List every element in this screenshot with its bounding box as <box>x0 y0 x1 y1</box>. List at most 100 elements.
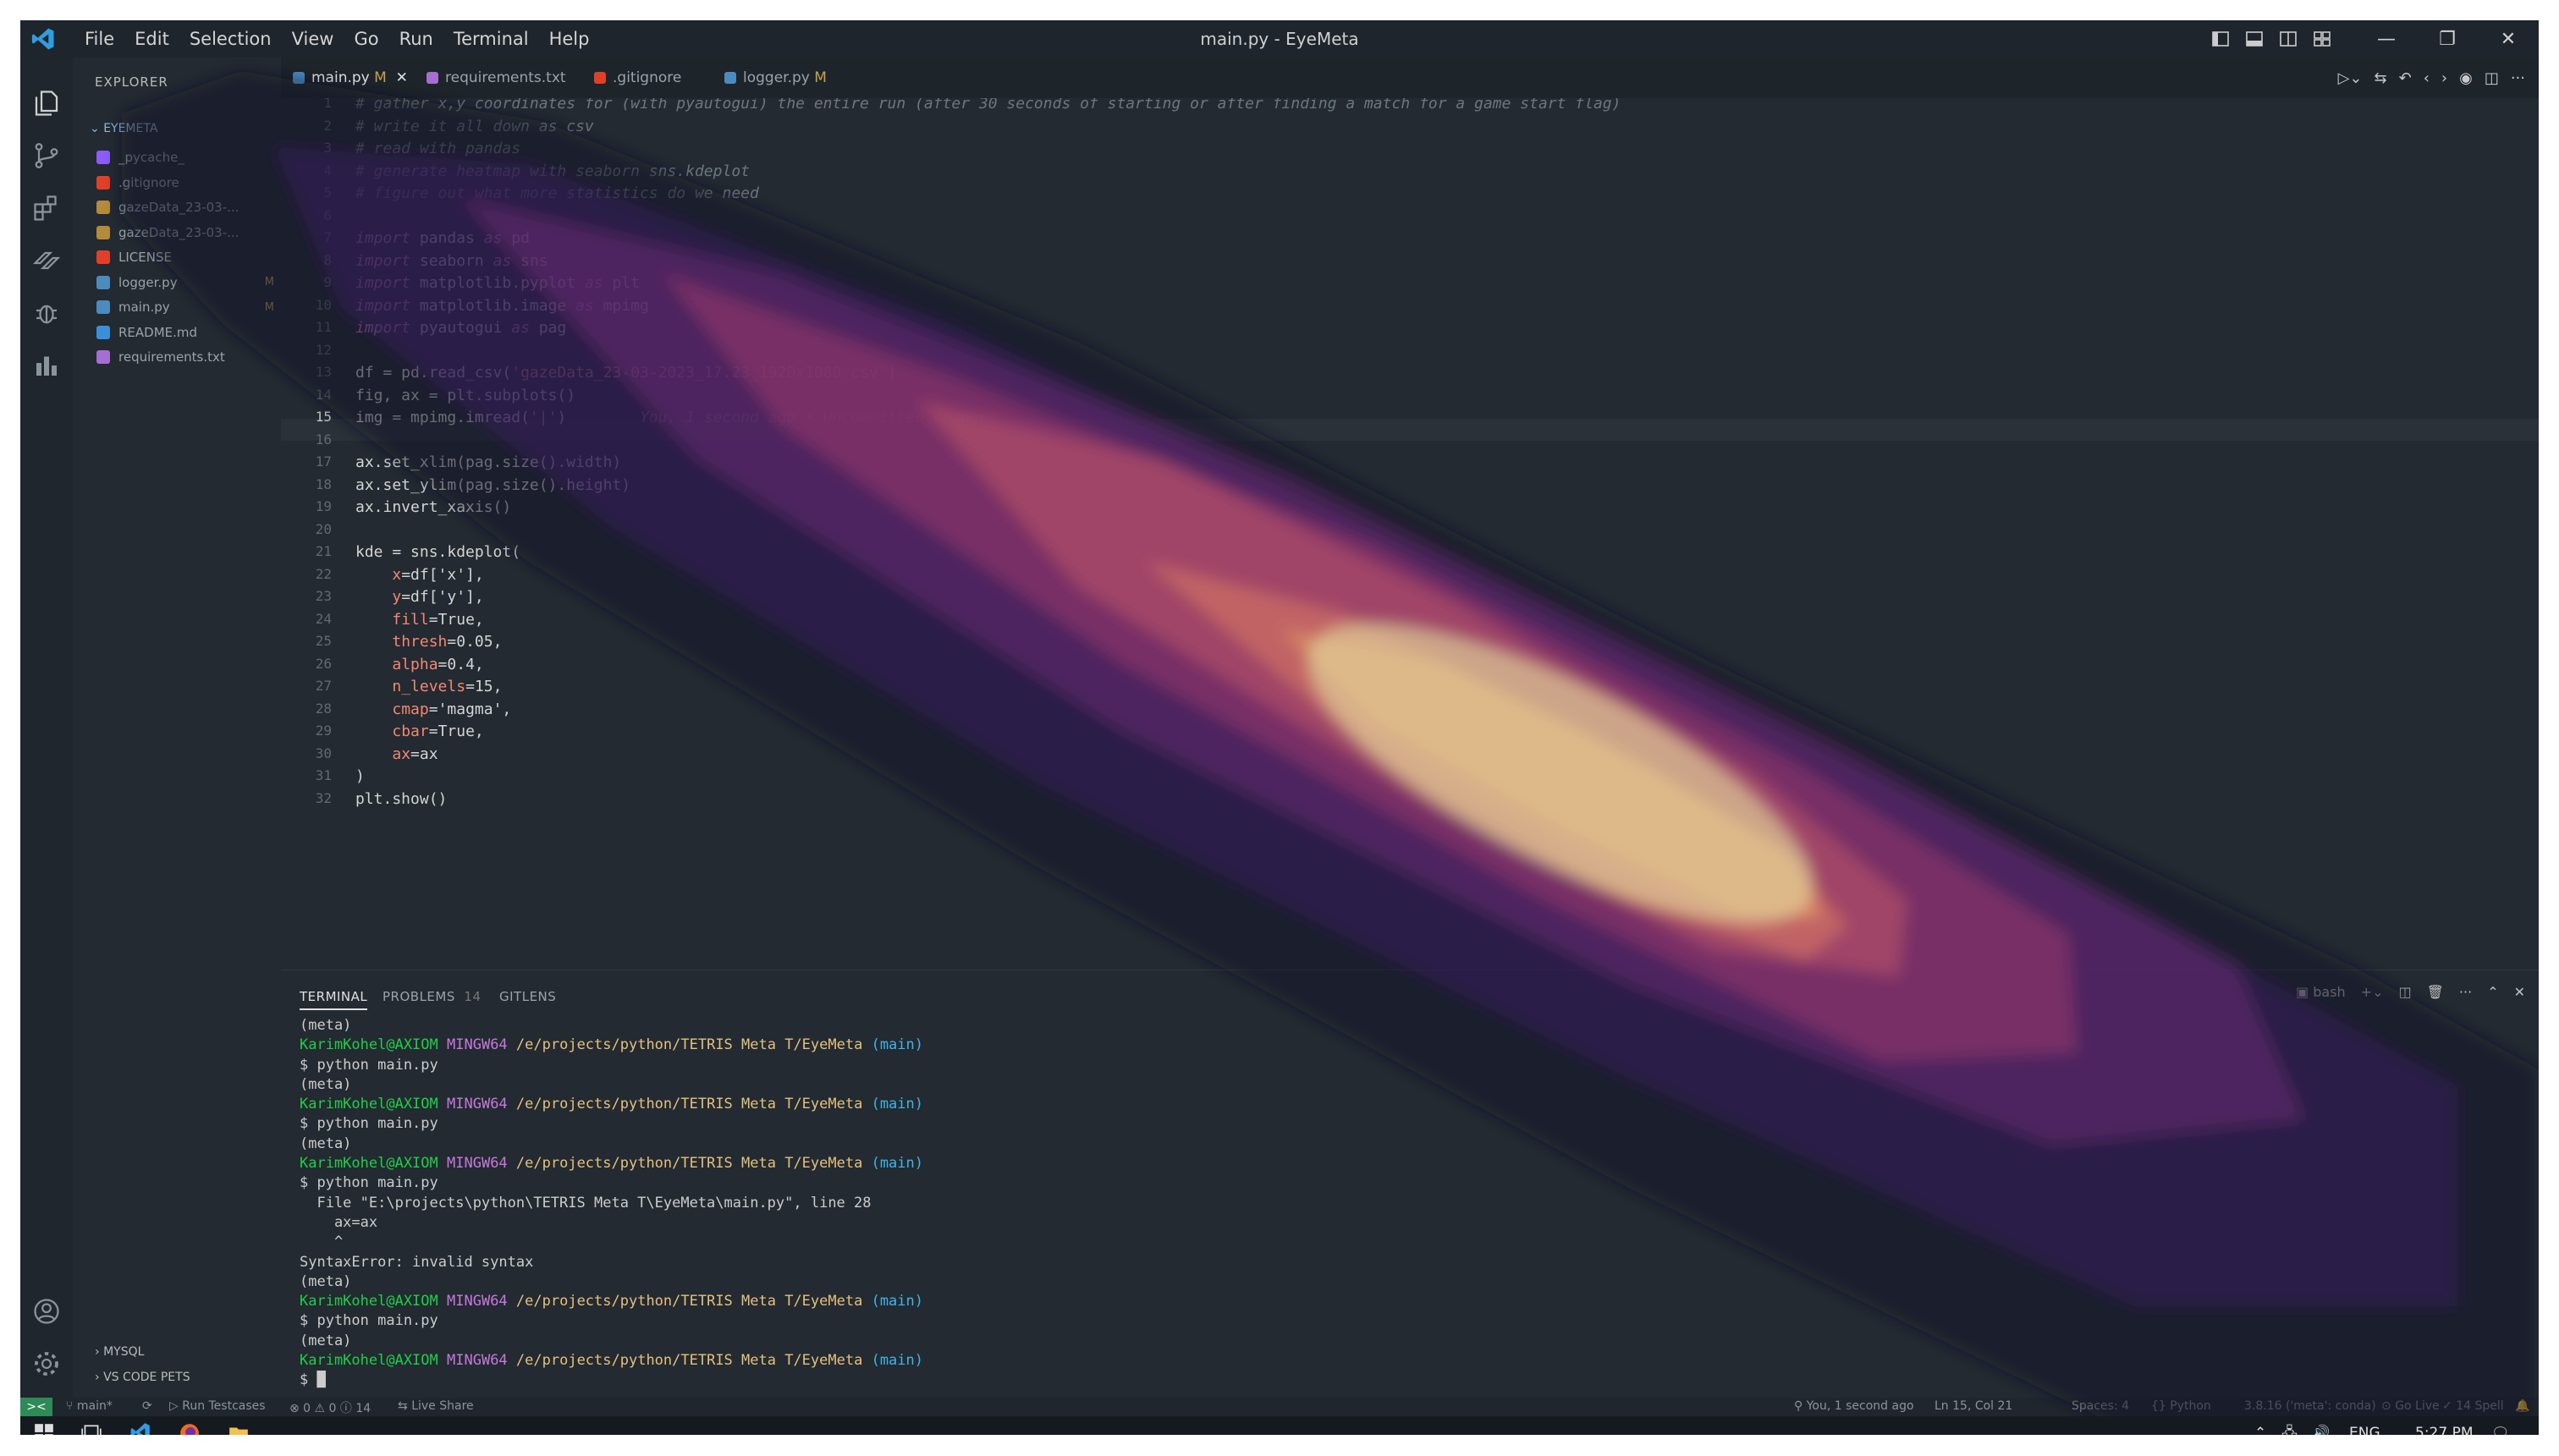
next-change-icon[interactable]: › <box>2441 69 2447 87</box>
new-terminal-icon[interactable]: +⌄ <box>2361 984 2384 1000</box>
file-item[interactable]: README.md <box>96 321 274 344</box>
action-center-icon[interactable]: 🗨 <box>2491 1416 2510 1435</box>
workspace-folder[interactable]: ⌄ EYEMETA <box>90 122 157 135</box>
volume-icon[interactable]: 🔊 <box>2312 1416 2330 1435</box>
menu-help[interactable]: Help <box>539 29 600 49</box>
file-item[interactable]: gazeData_23-03-... <box>96 195 274 219</box>
run-testcases[interactable]: ▷ Run Testcases <box>169 1399 266 1413</box>
toggle-secondary-sidebar-icon[interactable] <box>2271 20 2305 58</box>
split-editor-icon[interactable]: ◫ <box>2485 69 2499 87</box>
extensions-icon[interactable] <box>31 193 62 223</box>
settings-gear-icon[interactable] <box>31 1349 62 1379</box>
previous-change-icon[interactable]: ‹ <box>2424 69 2430 87</box>
source-control-icon[interactable] <box>31 140 62 171</box>
interpreter[interactable]: 3.8.16 ('meta': conda) <box>2244 1399 2376 1413</box>
code-editor[interactable]: 1 2 3 4 5 6 7 8 9 10 11 12 13 14 15 16 17 18 19 20 21 22 23 24 2… <box>281 95 2539 970</box>
maximize-panel-icon[interactable]: ⌃ <box>2487 984 2498 1000</box>
section-vscode-pets-label: VS CODE PETS <box>103 1371 190 1384</box>
tab-problems[interactable]: PROBLEMS 14 <box>382 989 482 1004</box>
restore-icon[interactable]: ❐ <box>2417 20 2478 58</box>
vscode-taskbar-icon[interactable] <box>118 1416 162 1435</box>
menu-edit[interactable]: Edit <box>124 29 179 49</box>
menu-selection[interactable]: Selection <box>179 29 282 49</box>
tab-gitignore[interactable]: .gitignore <box>594 58 681 98</box>
module-name: pyautogui <box>419 319 503 337</box>
account-icon[interactable] <box>31 1296 62 1327</box>
prompt-user: KarimKohel@AXIOM <box>300 1096 438 1113</box>
windows-start-icon[interactable] <box>22 1416 66 1435</box>
menu-view[interactable]: View <box>282 29 344 49</box>
section-vscode-pets[interactable]: › VS CODE PETS <box>95 1371 190 1384</box>
section-mysql[interactable]: › MYSQL <box>95 1345 144 1359</box>
file-item[interactable]: logger.py M <box>96 271 274 294</box>
line-number: 29 <box>315 723 332 739</box>
remote-explorer-icon[interactable] <box>31 245 62 276</box>
more-actions-icon[interactable]: ··· <box>2511 69 2525 87</box>
problems-status[interactable]: ⊗ 0 ⚠ 0 ⓘ 14 <box>289 1399 371 1416</box>
explorer-icon[interactable] <box>31 88 62 118</box>
file-item[interactable]: requirements.txt <box>96 345 274 369</box>
line-number: 9 <box>323 274 332 290</box>
notifications-icon[interactable]: 🔔 <box>2515 1399 2529 1413</box>
menu-file[interactable]: File <box>74 29 124 49</box>
file-item[interactable]: _pycache_ <box>96 146 274 169</box>
charts-icon[interactable] <box>31 350 62 381</box>
branch-status[interactable]: ⑂ main* <box>66 1399 113 1413</box>
tab-logger-py[interactable]: logger.py M <box>724 58 827 98</box>
run-debug-icon[interactable] <box>31 298 62 328</box>
line-number: 18 <box>315 475 332 492</box>
menu-run[interactable]: Run <box>389 29 443 49</box>
go-live-label: Go Live <box>2395 1399 2440 1413</box>
toggle-panel-icon[interactable] <box>2237 20 2271 58</box>
tab-main-py[interactable]: main.py M ✕ <box>293 58 408 98</box>
file-explorer-icon[interactable] <box>217 1416 261 1435</box>
cursor-position[interactable]: Ln 15, Col 21 <box>1934 1399 2012 1413</box>
code-comment: # write it all down as csv <box>355 117 594 135</box>
live-share-label: Live Share <box>411 1399 474 1413</box>
language-mode[interactable]: {} Python <box>2151 1399 2211 1413</box>
prompt-branch: (main) <box>871 1096 923 1113</box>
panel-more-icon[interactable]: ··· <box>2459 984 2472 1000</box>
menu-terminal[interactable]: Terminal <box>443 29 539 49</box>
close-panel-icon[interactable]: ✕ <box>2514 984 2525 1000</box>
indentation[interactable]: Spaces: 4 <box>2072 1399 2129 1413</box>
sync-icon[interactable]: ⟳ <box>142 1399 152 1413</box>
go-live[interactable]: ⊙ Go Live <box>2381 1399 2440 1413</box>
file-item[interactable]: gazeData_23-03-... <box>96 221 274 244</box>
terminal-text: (meta) <box>300 1135 352 1152</box>
open-changes-icon[interactable]: ⇆ <box>2375 69 2387 87</box>
file-type-icon <box>96 201 110 214</box>
terminal-output[interactable]: (meta) KarimKohel@AXIOM MINGW64 /e/projec… <box>300 1016 2517 1391</box>
firefox-icon[interactable] <box>168 1416 212 1435</box>
blame-status[interactable]: ⚲ You, 1 second ago <box>1794 1399 1914 1413</box>
kill-terminal-icon[interactable]: 🗑 <box>2427 984 2444 1000</box>
run-python-icon[interactable]: ▷⌄ <box>2338 69 2363 87</box>
remote-indicator[interactable]: >< <box>20 1398 52 1416</box>
gitlens-icon[interactable]: ◉ <box>2459 69 2473 87</box>
clock[interactable]: 5:27 PM <box>2415 1416 2474 1435</box>
task-view-icon[interactable] <box>69 1416 113 1435</box>
terminal-shell-select[interactable]: ▣ bash <box>2296 984 2346 1000</box>
menu-go[interactable]: Go <box>344 29 388 49</box>
tab-terminal[interactable]: TERMINAL <box>300 989 368 1010</box>
network-icon[interactable]: 🖧 <box>2281 1416 2298 1435</box>
file-item[interactable]: .gitignore <box>96 171 274 195</box>
input-language[interactable]: ENG <box>2349 1416 2380 1435</box>
revert-icon[interactable]: ↶ <box>2399 69 2412 87</box>
prompt-host: MINGW64 <box>447 1036 508 1054</box>
close-tab-icon[interactable]: ✕ <box>396 69 408 86</box>
param-name: fill <box>392 610 429 629</box>
tray-chevron-icon[interactable]: ⌃ <box>2254 1416 2266 1435</box>
spell-check[interactable]: ✓ 14 Spell <box>2442 1399 2504 1413</box>
split-terminal-icon[interactable]: ◫ <box>2398 984 2411 1000</box>
file-item[interactable]: main.py M <box>96 295 274 319</box>
live-share[interactable]: ⇆ Live Share <box>398 1399 474 1413</box>
toggle-sidebar-icon[interactable] <box>2204 20 2237 58</box>
kwarg-line: thresh=0.05, <box>392 633 503 651</box>
close-window-icon[interactable]: ✕ <box>2478 20 2539 58</box>
tab-requirements[interactable]: requirements.txt <box>426 58 566 98</box>
minimize-icon[interactable]: — <box>2356 20 2417 58</box>
file-item[interactable]: LICENSE <box>96 245 274 269</box>
tab-gitlens[interactable]: GITLENS <box>499 989 556 1004</box>
customize-layout-icon[interactable] <box>2305 20 2339 58</box>
